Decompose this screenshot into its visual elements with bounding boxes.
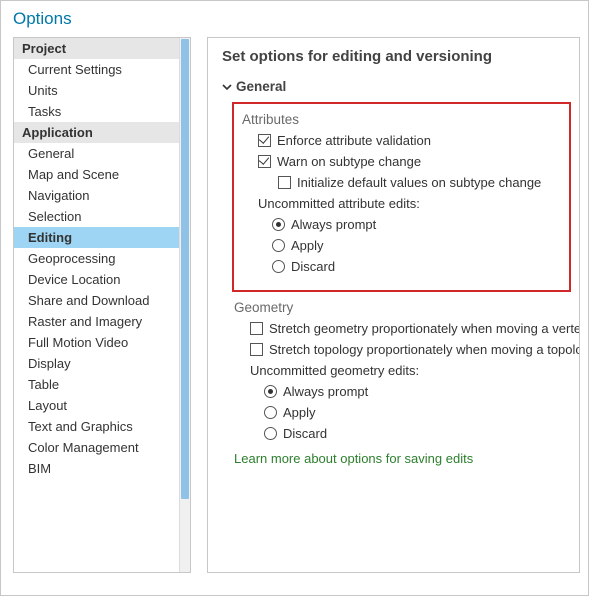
stretch-topology-checkbox[interactable]: Stretch topology proportionately when mo… xyxy=(250,342,571,357)
sidebar-item-general[interactable]: General xyxy=(14,143,179,164)
sidebar-item-tasks[interactable]: Tasks xyxy=(14,101,179,122)
uncommitted-attr-label: Uncommitted attribute edits: xyxy=(258,196,561,211)
checkbox-icon xyxy=(250,322,263,335)
radio-label: Apply xyxy=(283,405,316,420)
general-expander[interactable]: General xyxy=(222,79,579,94)
sidebar-item-editing[interactable]: Editing xyxy=(14,227,179,248)
checkbox-icon xyxy=(250,343,263,356)
enforce-attribute-validation-checkbox[interactable]: Enforce attribute validation xyxy=(258,133,561,148)
checkbox-label: Stretch geometry proportionately when mo… xyxy=(269,321,580,336)
init-default-values-checkbox[interactable]: Initialize default values on subtype cha… xyxy=(278,175,561,190)
sidebar-item-layout[interactable]: Layout xyxy=(14,395,179,416)
checkbox-icon xyxy=(258,155,271,168)
geom-apply-radio[interactable]: Apply xyxy=(264,405,571,420)
sidebar-header: Application xyxy=(14,122,179,143)
checkbox-icon xyxy=(258,134,271,147)
sidebar-item-geoprocessing[interactable]: Geoprocessing xyxy=(14,248,179,269)
radio-label: Always prompt xyxy=(283,384,368,399)
sidebar-item-units[interactable]: Units xyxy=(14,80,179,101)
geometry-group: Geometry Stretch geometry proportionatel… xyxy=(234,300,571,441)
radio-label: Apply xyxy=(291,238,324,253)
geom-discard-radio[interactable]: Discard xyxy=(264,426,571,441)
sidebar-item-raster-and-imagery[interactable]: Raster and Imagery xyxy=(14,311,179,332)
sidebar-item-map-and-scene[interactable]: Map and Scene xyxy=(14,164,179,185)
dialog-title: Options xyxy=(1,1,588,35)
radio-label: Discard xyxy=(291,259,335,274)
options-dialog: Options ProjectCurrent SettingsUnitsTask… xyxy=(0,0,589,596)
sidebar-item-navigation[interactable]: Navigation xyxy=(14,185,179,206)
geometry-title: Geometry xyxy=(234,300,571,315)
attributes-title: Attributes xyxy=(242,112,561,127)
uncommitted-geom-label: Uncommitted geometry edits: xyxy=(250,363,571,378)
sidebar-item-bim[interactable]: BIM xyxy=(14,458,179,479)
sidebar-item-table[interactable]: Table xyxy=(14,374,179,395)
sidebar-item-device-location[interactable]: Device Location xyxy=(14,269,179,290)
radio-icon xyxy=(272,239,285,252)
radio-label: Always prompt xyxy=(291,217,376,232)
radio-icon xyxy=(264,385,277,398)
radio-label: Discard xyxy=(283,426,327,441)
learn-more-link[interactable]: Learn more about options for saving edit… xyxy=(234,451,579,466)
checkbox-label: Stretch topology proportionately when mo… xyxy=(269,342,580,357)
geom-always-prompt-radio[interactable]: Always prompt xyxy=(264,384,571,399)
sidebar-item-text-and-graphics[interactable]: Text and Graphics xyxy=(14,416,179,437)
radio-icon xyxy=(264,406,277,419)
checkbox-label: Warn on subtype change xyxy=(277,154,421,169)
checkbox-label: Enforce attribute validation xyxy=(277,133,431,148)
chevron-down-icon xyxy=(222,82,232,92)
attr-apply-radio[interactable]: Apply xyxy=(272,238,561,253)
sidebar-scroll-thumb[interactable] xyxy=(181,39,189,499)
attributes-highlight: Attributes Enforce attribute validation … xyxy=(232,102,571,292)
attr-always-prompt-radio[interactable]: Always prompt xyxy=(272,217,561,232)
sidebar-item-current-settings[interactable]: Current Settings xyxy=(14,59,179,80)
category-sidebar: ProjectCurrent SettingsUnitsTasksApplica… xyxy=(13,37,191,573)
sidebar-item-display[interactable]: Display xyxy=(14,353,179,374)
sidebar-header: Project xyxy=(14,38,179,59)
sidebar-scrollbar[interactable] xyxy=(179,38,190,572)
sidebar-item-selection[interactable]: Selection xyxy=(14,206,179,227)
attr-discard-radio[interactable]: Discard xyxy=(272,259,561,274)
sidebar-item-color-management[interactable]: Color Management xyxy=(14,437,179,458)
checkbox-icon xyxy=(278,176,291,189)
checkbox-label: Initialize default values on subtype cha… xyxy=(297,175,541,190)
sidebar-item-full-motion-video[interactable]: Full Motion Video xyxy=(14,332,179,353)
radio-icon xyxy=(272,218,285,231)
stretch-geometry-checkbox[interactable]: Stretch geometry proportionately when mo… xyxy=(250,321,571,336)
options-panel: Set options for editing and versioning G… xyxy=(207,37,580,573)
sidebar-item-share-and-download[interactable]: Share and Download xyxy=(14,290,179,311)
general-expander-label: General xyxy=(236,79,286,94)
radio-icon xyxy=(264,427,277,440)
warn-subtype-change-checkbox[interactable]: Warn on subtype change xyxy=(258,154,561,169)
panel-heading: Set options for editing and versioning xyxy=(222,48,579,65)
radio-icon xyxy=(272,260,285,273)
